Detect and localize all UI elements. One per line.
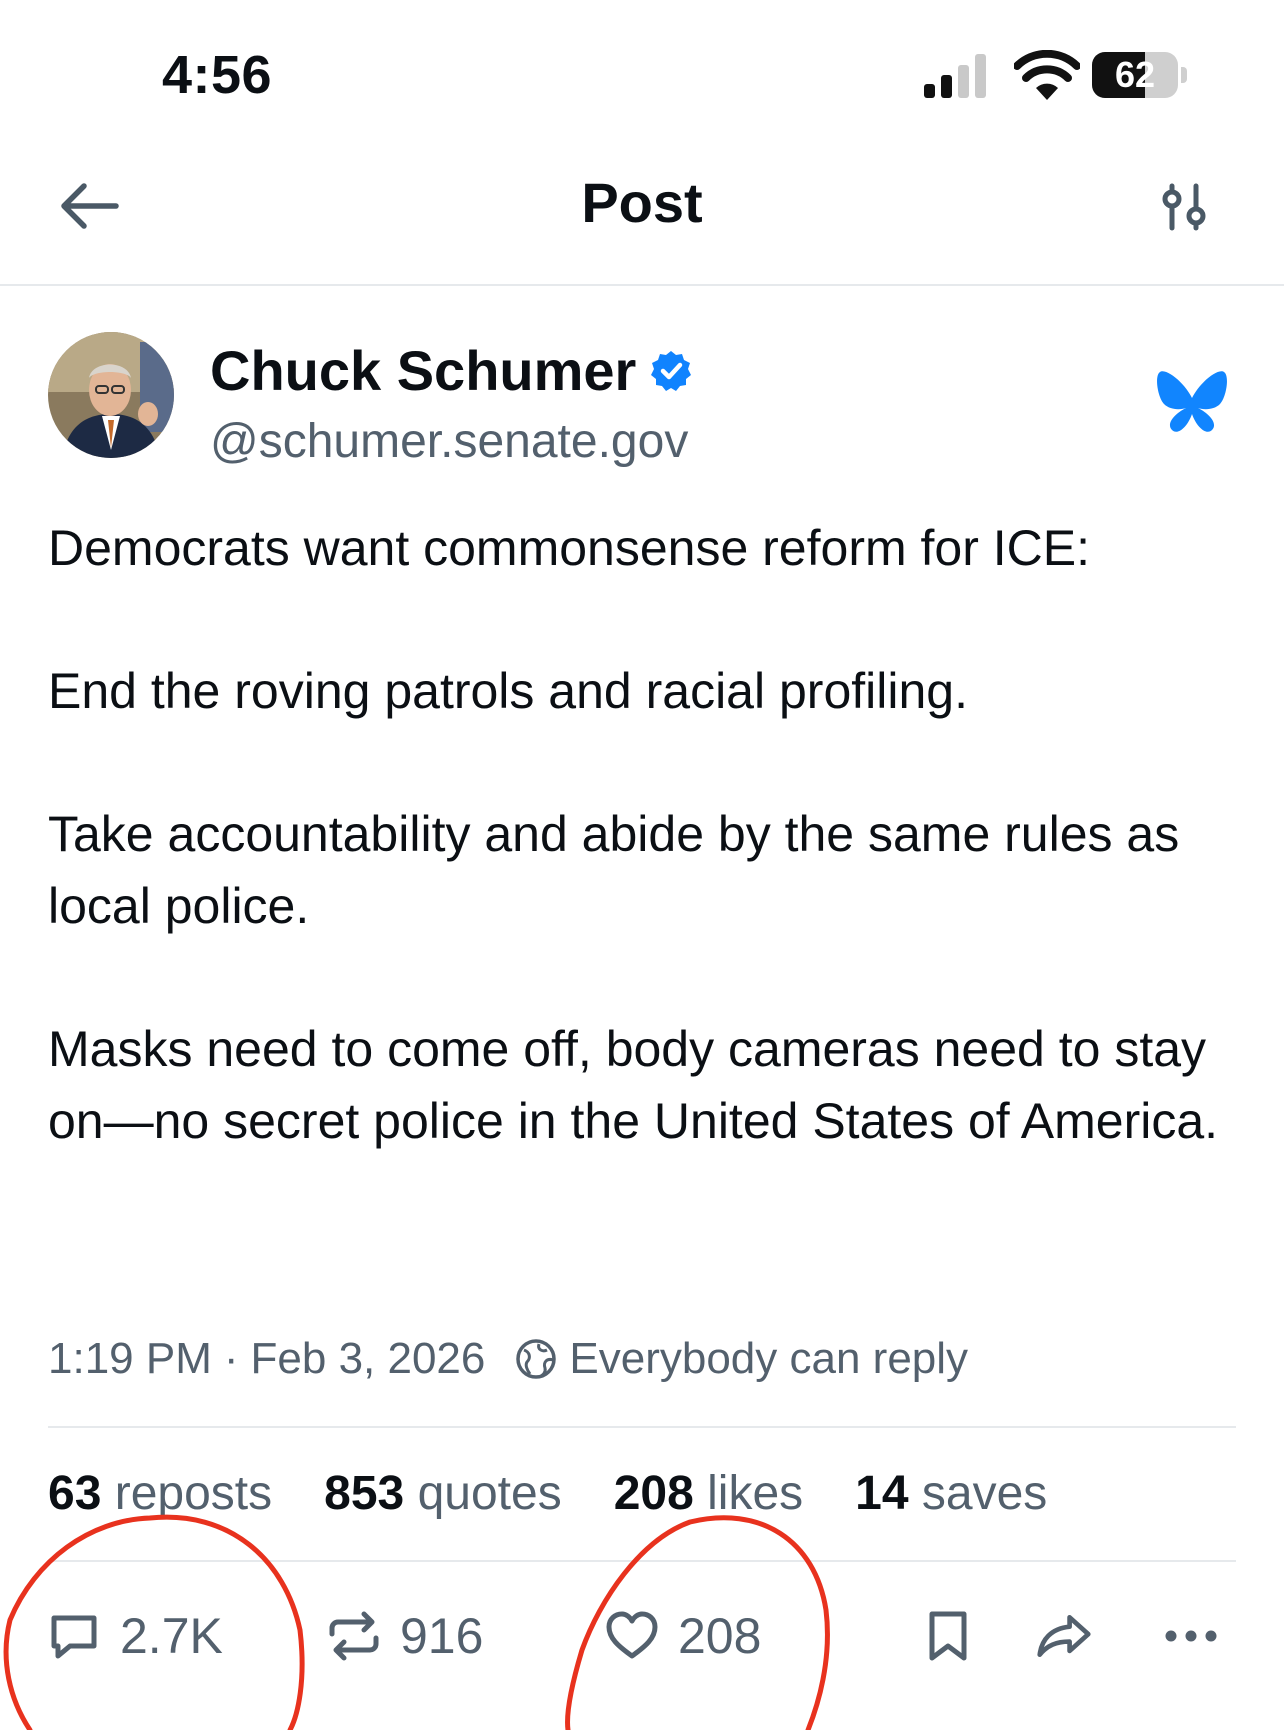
wifi-icon: [1014, 50, 1080, 100]
post-paragraph: Take accountability and abide by the sam…: [48, 806, 1180, 934]
reposts-count: 63: [48, 1467, 102, 1520]
meta-separator: ·: [223, 1334, 239, 1383]
stats-divider: [48, 1560, 1236, 1562]
bookmark-icon: [929, 1611, 967, 1661]
repost-icon: [329, 1611, 379, 1661]
meta-divider: [48, 1426, 1236, 1428]
quotes-label: quotes: [417, 1467, 562, 1520]
reply-button[interactable]: 2.7K: [46, 1596, 223, 1676]
likes-label: likes: [707, 1467, 804, 1520]
author-name-row[interactable]: Chuck Schumer: [210, 338, 692, 403]
likes-count: 208: [613, 1467, 694, 1520]
like-button[interactable]: 208: [604, 1596, 761, 1676]
bluesky-butterfly-icon: [1157, 371, 1227, 432]
saves-count: 14: [855, 1467, 909, 1520]
post-paragraph: End the roving patrols and racial profil…: [48, 663, 968, 719]
more-dots-icon: [1165, 1630, 1217, 1642]
author-handle[interactable]: @schumer.senate.gov: [210, 414, 688, 469]
post-body: Democrats want commonsense reform for IC…: [48, 512, 1238, 1157]
saves-stat[interactable]: 14 saves: [855, 1466, 1047, 1521]
heart-icon: [606, 1611, 658, 1659]
action-bar: 2.7K 916 208: [0, 1596, 1284, 1676]
author-name[interactable]: Chuck Schumer: [210, 338, 636, 403]
post-meta: 1:19 PM · Feb 3, 2026 Everybody can repl…: [48, 1334, 968, 1384]
sliders-icon[interactable]: [1160, 182, 1210, 232]
quotes-count: 853: [324, 1467, 405, 1520]
post-paragraph: Democrats want commonsense reform for IC…: [48, 520, 1090, 576]
more-options-button[interactable]: [1160, 1596, 1240, 1676]
reply-setting[interactable]: Everybody can reply: [569, 1334, 968, 1384]
bookmark-button[interactable]: [920, 1596, 994, 1676]
globe-icon: [516, 1339, 557, 1379]
avatar[interactable]: [48, 332, 174, 458]
like-count: 208: [678, 1608, 762, 1664]
share-button[interactable]: [1036, 1596, 1110, 1676]
share-arrow-icon: [1037, 1615, 1091, 1657]
page-title: Post: [581, 171, 703, 234]
post-paragraph: Masks need to come off, body cameras nee…: [48, 1021, 1219, 1149]
quotes-stat[interactable]: 853 quotes: [324, 1466, 562, 1521]
chat-bubble-icon: [51, 1615, 97, 1659]
reposts-label: reposts: [114, 1467, 273, 1520]
reply-count: 2.7K: [120, 1608, 223, 1664]
status-time: 4:56: [162, 45, 273, 105]
post-stats: 63 reposts 853 quotes 208 likes 14 saves: [48, 1466, 1099, 1521]
reposts-stat[interactable]: 63 reposts: [48, 1466, 272, 1521]
repost-button[interactable]: 916: [326, 1596, 483, 1676]
saves-label: saves: [921, 1467, 1048, 1520]
battery-indicator: 62: [1092, 52, 1188, 98]
header-divider: [0, 284, 1284, 286]
repost-count: 916: [400, 1608, 484, 1664]
post-date: Feb 3, 2026: [250, 1334, 486, 1383]
likes-stat[interactable]: 208 likes: [614, 1466, 803, 1521]
post-time: 1:19 PM: [48, 1334, 212, 1383]
verified-check-icon: [651, 350, 692, 391]
cellular-signal-icon: [924, 54, 986, 98]
battery-percent: 62: [1114, 54, 1156, 95]
